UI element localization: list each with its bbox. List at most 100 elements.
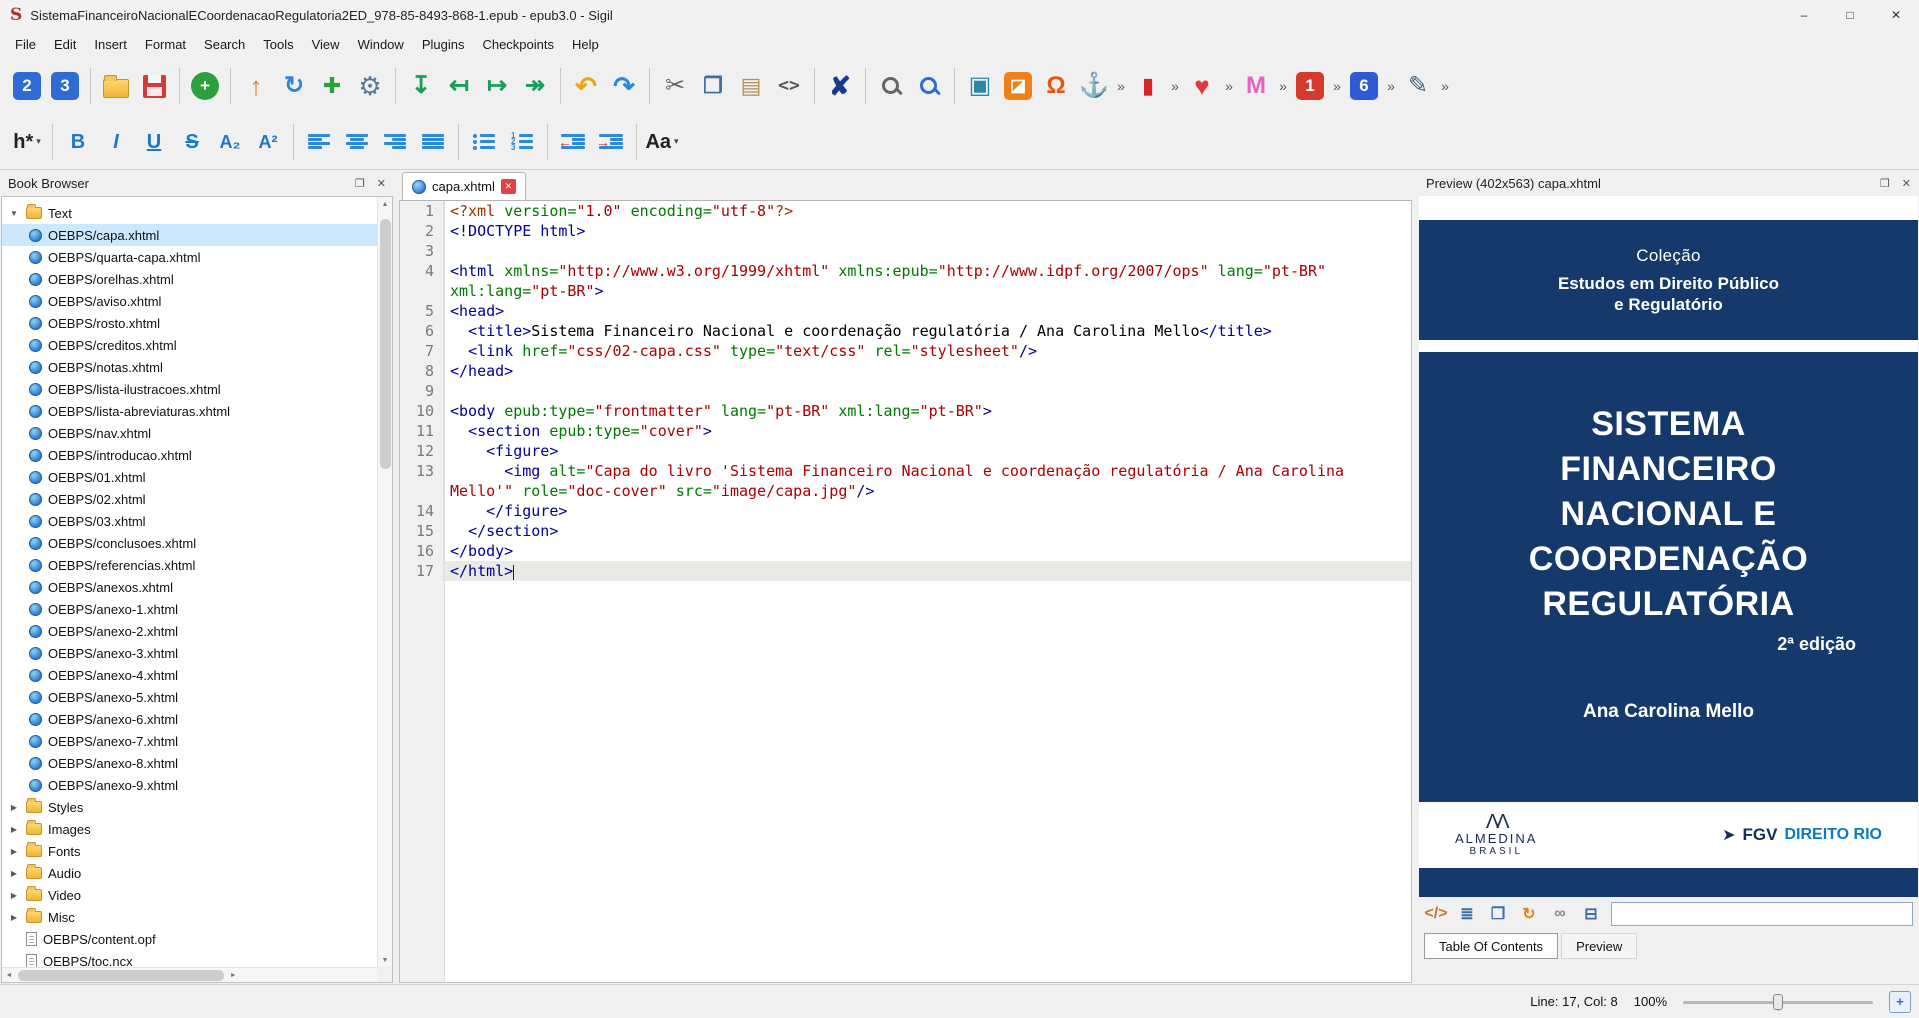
- change-case-button[interactable]: Aa ▾: [643, 121, 681, 163]
- open-file-icon[interactable]: [97, 65, 135, 107]
- tree-folder-text[interactable]: ▼ Text: [2, 202, 377, 224]
- x-delete-icon[interactable]: ✘: [821, 65, 859, 107]
- expand-arrow-icon[interactable]: ▶: [8, 803, 20, 812]
- tree-item[interactable]: OEBPS/quarta-capa.xhtml: [2, 246, 377, 268]
- zoom-slider-thumb[interactable]: [1773, 993, 1783, 1010]
- menu-plugins[interactable]: Plugins: [413, 33, 474, 56]
- preview-address-input[interactable]: [1611, 902, 1913, 926]
- tree-item[interactable]: OEBPS/02.xhtml: [2, 488, 377, 510]
- tree-item[interactable]: OEBPS/03.xhtml: [2, 510, 377, 532]
- special-character-icon[interactable]: Ω: [1037, 65, 1075, 107]
- tree-item[interactable]: OEBPS/referencias.xhtml: [2, 554, 377, 576]
- menu-insert[interactable]: Insert: [85, 33, 136, 56]
- dock-close-icon[interactable]: ✕: [377, 177, 386, 190]
- insert-image-icon[interactable]: ◪: [999, 65, 1037, 107]
- code-line[interactable]: 11 <section epub:type="cover">: [400, 421, 1411, 441]
- save-icon[interactable]: [135, 65, 173, 107]
- toolbar-overflow-button[interactable]: »: [1113, 78, 1129, 94]
- preview-tab-preview[interactable]: Preview: [1561, 933, 1638, 959]
- redo-icon[interactable]: ↷: [605, 65, 643, 107]
- align-justify-button[interactable]: [414, 121, 452, 163]
- superscript-button[interactable]: A²: [249, 121, 287, 163]
- toolbar-overflow-button[interactable]: »: [1221, 78, 1237, 94]
- tree-folder-images[interactable]: ▶ Images: [2, 818, 377, 840]
- code-line[interactable]: 3: [400, 241, 1411, 261]
- tab-close-icon[interactable]: ✕: [500, 179, 516, 194]
- tree-item[interactable]: OEBPS/creditos.xhtml: [2, 334, 377, 356]
- code-line[interactable]: 12 <figure>: [400, 441, 1411, 461]
- dock-float-icon[interactable]: ❐: [355, 177, 365, 190]
- settings-gear-icon[interactable]: ⚙: [351, 65, 389, 107]
- add-cross-icon[interactable]: ✚: [313, 65, 351, 107]
- outdent-button[interactable]: ←: [554, 121, 592, 163]
- toolbar-overflow-button[interactable]: »: [1167, 78, 1183, 94]
- reload-icon[interactable]: ↻: [275, 65, 313, 107]
- tree-item[interactable]: OEBPS/anexo-2.xhtml: [2, 620, 377, 642]
- expand-arrow-icon[interactable]: ▼: [8, 209, 20, 218]
- plugin-edit-icon[interactable]: ✎: [1399, 65, 1437, 107]
- book-epub3-icon[interactable]: 3: [46, 65, 84, 107]
- dock-close-icon[interactable]: ✕: [1902, 177, 1911, 190]
- code-line[interactable]: 6 <title>Sistema Financeiro Nacional e c…: [400, 321, 1411, 341]
- tree-item[interactable]: OEBPS/toc.ncx: [2, 950, 377, 967]
- paste-icon[interactable]: ▤: [732, 65, 770, 107]
- donate-heart-icon[interactable]: ♥: [1183, 65, 1221, 107]
- tree-folder-styles[interactable]: ▶ Styles: [2, 796, 377, 818]
- tree-vertical-scrollbar[interactable]: ▲ ▼: [377, 197, 392, 967]
- expand-arrow-icon[interactable]: ▶: [8, 913, 20, 922]
- code-line[interactable]: 14 </figure>: [400, 501, 1411, 521]
- code-line[interactable]: 16 </body>: [400, 541, 1411, 561]
- undo-icon[interactable]: ↶: [567, 65, 605, 107]
- code-line[interactable]: 15 </section>: [400, 521, 1411, 541]
- plugin-6-icon[interactable]: 6: [1345, 65, 1383, 107]
- toolbar-overflow-button[interactable]: »: [1437, 78, 1453, 94]
- tree-item[interactable]: OEBPS/anexo-5.xhtml: [2, 686, 377, 708]
- tree-folder-video[interactable]: ▶ Video: [2, 884, 377, 906]
- tree-item[interactable]: OEBPS/orelhas.xhtml: [2, 268, 377, 290]
- subscript-button[interactable]: A₂: [211, 121, 249, 163]
- italic-button[interactable]: I: [97, 121, 135, 163]
- tree-item[interactable]: OEBPS/content.opf: [2, 928, 377, 950]
- align-right-button[interactable]: [376, 121, 414, 163]
- tree-item[interactable]: OEBPS/lista-ilustracoes.xhtml: [2, 378, 377, 400]
- code-line[interactable]: 7 <link href="css/02-capa.css" type="tex…: [400, 341, 1411, 361]
- code-line[interactable]: 9: [400, 381, 1411, 401]
- code-line[interactable]: 17 </html>: [400, 561, 1411, 581]
- scrollbar-thumb[interactable]: [18, 969, 225, 981]
- menu-file[interactable]: File: [6, 33, 45, 56]
- upgrade-arrow-icon[interactable]: ↑: [237, 65, 275, 107]
- code-line[interactable]: 5 <head>: [400, 301, 1411, 321]
- scroll-down-icon[interactable]: ▼: [378, 953, 392, 967]
- tree-item[interactable]: OEBPS/anexo-8.xhtml: [2, 752, 377, 774]
- expand-arrow-icon[interactable]: ▶: [8, 891, 20, 900]
- code-line[interactable]: 10 <body epub:type="frontmatter" lang="pt…: [400, 401, 1411, 421]
- split-marker-left-icon[interactable]: ↤: [440, 65, 478, 107]
- toolbar-overflow-button[interactable]: »: [1383, 78, 1399, 94]
- cut-icon[interactable]: ✂: [656, 65, 694, 107]
- menu-edit[interactable]: Edit: [45, 33, 85, 56]
- tree-item[interactable]: OEBPS/anexos.xhtml: [2, 576, 377, 598]
- tree-item[interactable]: OEBPS/rosto.xhtml: [2, 312, 377, 334]
- numbered-list-button[interactable]: 123: [503, 121, 541, 163]
- preview-print-icon[interactable]: ⊟: [1579, 902, 1603, 926]
- scroll-up-icon[interactable]: ▲: [378, 197, 392, 211]
- code-line[interactable]: 2 <!DOCTYPE html>: [400, 221, 1411, 241]
- plugin-1-icon[interactable]: 1: [1291, 65, 1329, 107]
- preview-outline-icon[interactable]: ≣: [1455, 902, 1479, 926]
- close-button[interactable]: ✕: [1873, 0, 1919, 30]
- tree-item[interactable]: OEBPS/anexo-9.xhtml: [2, 774, 377, 796]
- tree-item[interactable]: OEBPS/anexo-7.xhtml: [2, 730, 377, 752]
- menu-help[interactable]: Help: [563, 33, 608, 56]
- toolbar-overflow-button[interactable]: »: [1329, 78, 1345, 94]
- heading-style-button[interactable]: h* ▾: [8, 121, 46, 163]
- scroll-left-icon[interactable]: ◄: [2, 972, 16, 979]
- tree-item[interactable]: OEBPS/aviso.xhtml: [2, 290, 377, 312]
- book-epub2-icon[interactable]: 2: [8, 65, 46, 107]
- code-line[interactable]: 1 <?xml version="1.0" encoding="utf-8"?>: [400, 201, 1411, 221]
- preview-refresh-icon[interactable]: ↻: [1517, 902, 1541, 926]
- tree-item[interactable]: OEBPS/01.xhtml: [2, 466, 377, 488]
- tree-item[interactable]: OEBPS/conclusoes.xhtml: [2, 532, 377, 554]
- dock-float-icon[interactable]: ❐: [1880, 177, 1890, 190]
- strikethrough-button[interactable]: S: [173, 121, 211, 163]
- find-icon[interactable]: [872, 65, 910, 107]
